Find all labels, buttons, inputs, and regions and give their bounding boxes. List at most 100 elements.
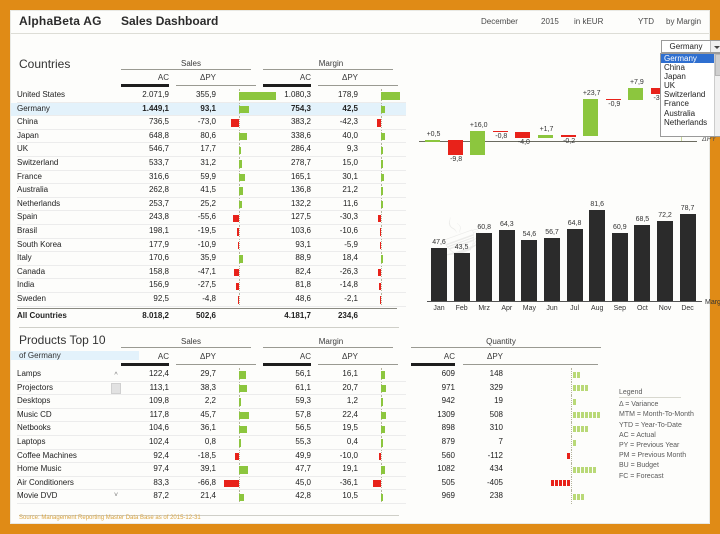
variance-bar [363,238,399,253]
table-row[interactable]: Lamps 122,4 29,7 56,1 16,1 609 148 [11,368,611,382]
country-filter-select[interactable]: Germany [661,40,720,53]
header-sort[interactable]: by Margin [666,17,701,26]
table-row[interactable]: Spain 243,8 -55,6 127,5 -30,3 [11,211,406,225]
cell-value: 648,8 [148,130,169,140]
cell-value: 30,1 [342,171,358,181]
countries-margin-group-header: Margin [318,59,344,68]
column-x-label: Mrz [478,305,491,312]
cell-value: 329 [489,382,503,392]
variance-bar-fill [239,105,249,114]
variance-bar-fill [239,187,244,195]
chevron-down-icon[interactable] [710,41,720,52]
table-row[interactable]: Movie DVD 87,2 21,4 42,8 10,5 969 238 [11,490,611,504]
country-option-uk[interactable]: UK [661,81,720,90]
table-row[interactable]: Projectors 113,1 38,3 61,1 20,7 971 329 [11,381,611,396]
header-month[interactable]: December [481,17,518,26]
column-bar [679,213,696,301]
column-data-label: 72,2 [658,211,672,219]
table-row[interactable]: Germany 1.449,1 93,1 754,3 42,5 [11,102,406,117]
table-row[interactable]: Desktops 109,8 2,2 59,3 1,2 942 19 [11,395,611,409]
product-name: Netbooks [17,423,51,433]
table-row[interactable]: Italy 170,6 35,9 88,9 18,4 [11,252,406,266]
variance-bar [363,225,399,239]
cell-value: 29,7 [200,369,216,378]
table-row[interactable]: Canada 158,8 -47,1 82,4 -26,3 [11,265,406,280]
products-scroll-thumb[interactable] [111,383,121,394]
country-option-germany[interactable]: Germany [661,54,720,64]
waterfall-data-label: +1,7 [539,126,554,134]
country-option-japan[interactable]: Japan [661,72,720,81]
column-x-label: Sep [613,305,627,312]
dropdown-scroll-thumb[interactable] [715,54,720,76]
country-name: Italy [17,253,32,263]
variance-bar [221,225,257,239]
cell-value: -30,3 [339,212,358,222]
waterfall-data-label: +16,0 [469,121,488,129]
table-row[interactable]: India 156,9 -27,5 81,8 -14,8 [11,279,406,293]
variance-bar-fill [239,411,250,420]
dropdown-scrollbar[interactable] [714,54,720,136]
cell-value: 156,9 [148,280,169,290]
variance-bar [363,252,399,266]
country-option-switzerland[interactable]: Switzerland [661,90,720,99]
cell-value: 1.449,1 [142,103,169,113]
table-row[interactable]: France 316,6 59,9 165,1 30,1 [11,170,406,185]
variance-axis [381,476,383,491]
table-row[interactable]: Japan 648,8 80,6 338,6 40,0 [11,129,406,144]
table-row[interactable]: Home Music 97,4 39,1 47,7 19,1 1082 434 [11,463,611,477]
table-row[interactable]: Netbooks 104,6 36,1 56,5 19,5 898 310 [11,422,611,436]
products-section-subtitle: of Germany [11,351,139,360]
country-option-netherlands[interactable]: Netherlands [661,118,720,127]
product-name: Home Music [17,464,62,474]
table-row[interactable]: China 736,5 -73,0 383,2 -42,3 [11,116,406,130]
products-scroll-up-icon[interactable]: ^ [111,372,121,381]
cell-value: 942 [441,396,455,406]
variance-bar-fill [239,132,248,141]
quantity-variance-bar [511,408,631,423]
table-row[interactable]: Australia 262,8 41,5 136,8 21,2 [11,184,406,198]
country-option-china[interactable]: China [661,63,720,72]
country-name: China [17,117,38,127]
countries-section-title: Countries [19,57,71,71]
country-option-australia[interactable]: Australia [661,109,720,118]
variance-dots [511,480,570,487]
cell-value: 316,6 [148,171,169,181]
table-row[interactable]: Switzerland 533,7 31,2 278,7 15,0 [11,157,406,171]
variance-dot [573,371,576,378]
variance-bar-fill [239,425,247,434]
table-row[interactable]: Brasil 198,1 -19,5 103,6 -10,6 [11,225,406,239]
products-sales-group-header: Sales [180,337,201,346]
table-row[interactable]: Music CD 117,8 45,7 57,8 22,4 1309 508 [11,408,611,423]
header-period[interactable]: YTD [638,17,654,26]
variance-axis [239,225,241,239]
product-name: Movie DVD [17,491,58,501]
variance-bar [363,422,399,436]
table-row[interactable]: United States 2.071,9 355,9 1.080,3 178,9 [11,89,406,103]
table-row[interactable]: UK 546,7 17,7 286,4 9,3 [11,143,406,157]
table-row[interactable]: Air Conditioners 83,3 -66,8 45,0 -36,1 505 -40… [11,476,611,491]
row-divider [17,502,406,504]
country-filter-options[interactable]: Germany China Japan UK Switzerland France Aust… [660,53,720,137]
table-row[interactable]: Laptops 102,4 0,8 55,3 0,4 879 7 [11,436,611,450]
variance-dot [589,412,592,419]
table-row[interactable]: Coffee Machines 92,4 -18,5 49,9 -10,0 560 -112 [11,449,611,464]
variance-bar [363,211,399,225]
column-data-label: 64,3 [499,220,514,228]
column-bar [589,210,606,301]
variance-dot [573,493,576,500]
variance-dot [567,480,570,487]
country-option-france[interactable]: France [661,99,720,108]
cell-value: 81,8 [295,280,311,290]
table-row[interactable]: Sweden 92,5 -4,8 48,6 -2,1 [11,293,406,307]
products-scroll-down-icon[interactable]: ˅ [111,492,121,501]
countries-sales-dpy-header: ΔPY [199,73,216,82]
column-x-label: May [522,305,536,312]
countries-margin-dpy-header: ΔPY [341,73,358,82]
cell-value: 45,0 [295,477,311,487]
table-row[interactable]: Netherlands 253,7 25,2 132,2 11,6 [11,197,406,212]
variance-dot [573,398,576,405]
header-year[interactable]: 2015 [541,17,559,26]
table-row[interactable]: South Korea 177,9 -10,9 93,1 -5,9 [11,238,406,253]
cell-value: 47,7 [295,464,311,474]
column-bar [544,238,560,301]
